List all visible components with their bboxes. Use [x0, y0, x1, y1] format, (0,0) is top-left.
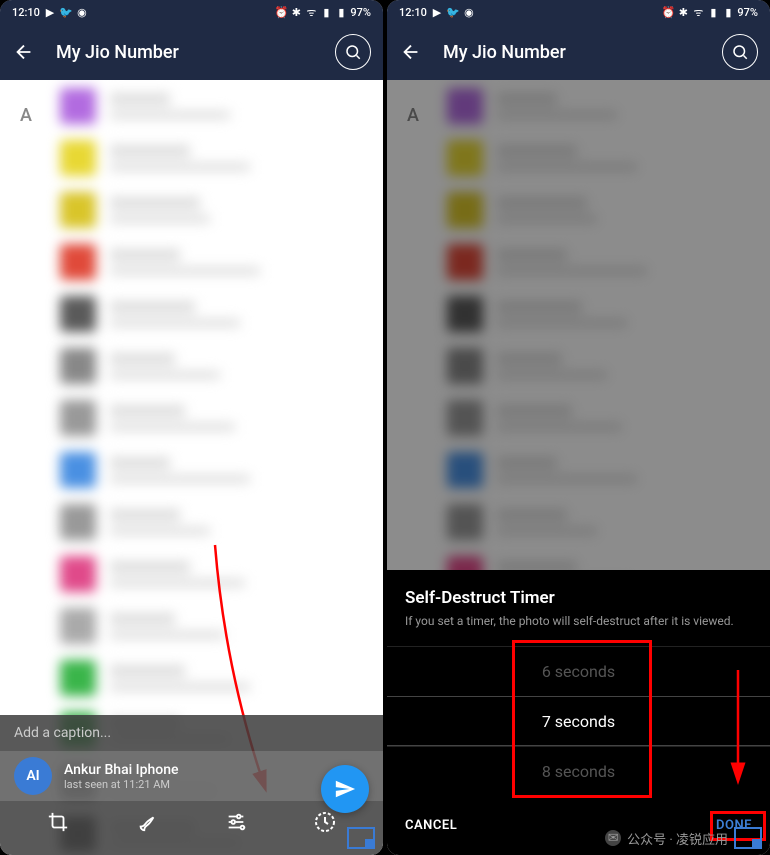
signal-icon: ▮ — [707, 6, 719, 18]
photo-editor-bar: Add a caption... AI Ankur Bhai Iphone la… — [0, 715, 383, 855]
tune-icon[interactable] — [223, 809, 249, 835]
nfc-icon: ᯤ — [692, 6, 704, 18]
done-button[interactable]: DONE — [716, 818, 752, 833]
app-icon: ◉ — [76, 6, 88, 18]
search-button[interactable] — [722, 34, 758, 70]
list-item[interactable] — [0, 652, 383, 704]
status-time: 12:10 — [399, 6, 427, 19]
list-item[interactable] — [0, 548, 383, 600]
screen-right: 12:10 ▶ 🐦 ◉ ⏰ ✱ ᯤ ▮ ▮ 97% My Jio Number … — [387, 0, 770, 855]
crop-icon[interactable] — [45, 809, 71, 835]
list-item[interactable] — [0, 444, 383, 496]
search-button[interactable] — [335, 34, 371, 70]
sheet-title: Self-Destruct Timer — [387, 584, 770, 612]
avatar: AI — [14, 757, 52, 795]
contact-name: Ankur Bhai Iphone — [64, 762, 179, 778]
picker-option-selected[interactable]: 7 seconds — [387, 696, 770, 746]
list-item[interactable] — [0, 236, 383, 288]
back-button[interactable] — [12, 40, 36, 64]
timer-icon[interactable] — [312, 809, 338, 835]
signal-icon: ▮ — [320, 6, 332, 18]
brush-icon[interactable] — [134, 809, 160, 835]
timer-picker[interactable]: 6 seconds 7 seconds 8 seconds — [387, 640, 770, 802]
alarm-icon: ⏰ — [662, 6, 674, 18]
picker-option[interactable]: 8 seconds — [387, 746, 770, 796]
status-battery: 97% — [350, 6, 371, 19]
list-item[interactable] — [0, 600, 383, 652]
twitter-icon: 🐦 — [447, 6, 459, 18]
alarm-icon: ⏰ — [275, 6, 287, 18]
list-item[interactable] — [0, 392, 383, 444]
list-item[interactable] — [0, 80, 383, 132]
list-item[interactable] — [0, 288, 383, 340]
status-bar: 12:10 ▶ 🐦 ◉ ⏰ ✱ ᯤ ▮ ▮ 97% — [387, 0, 770, 24]
twitter-icon: 🐦 — [60, 6, 72, 18]
page-title: My Jio Number — [56, 42, 179, 63]
list-item[interactable] — [0, 184, 383, 236]
status-bar: 12:10 ▶ 🐦 ◉ ⏰ ✱ ᯤ ▮ ▮ 97% — [0, 0, 383, 24]
back-button[interactable] — [399, 40, 423, 64]
app-bar: My Jio Number — [0, 24, 383, 80]
app-icon: ◉ — [463, 6, 475, 18]
youtube-icon: ▶ — [44, 6, 56, 18]
screen-left: 12:10 ▶ 🐦 ◉ ⏰ ✱ ᯤ ▮ ▮ 97% My Jio Number … — [0, 0, 383, 855]
sheet-description: If you set a timer, the photo will self-… — [387, 612, 770, 640]
caption-input[interactable]: Add a caption... — [0, 715, 383, 751]
picker-option[interactable]: 6 seconds — [387, 646, 770, 696]
bluetooth-icon: ✱ — [290, 6, 302, 18]
status-time: 12:10 — [12, 6, 40, 19]
nfc-icon: ᯤ — [305, 6, 317, 18]
cancel-button[interactable]: CANCEL — [405, 818, 457, 833]
bluetooth-icon: ✱ — [677, 6, 689, 18]
app-bar: My Jio Number — [387, 24, 770, 80]
battery-icon: ▮ — [722, 6, 734, 18]
list-item[interactable] — [0, 496, 383, 548]
list-item[interactable] — [0, 340, 383, 392]
status-battery: 97% — [737, 6, 758, 19]
page-title: My Jio Number — [443, 42, 566, 63]
self-destruct-sheet: Self-Destruct Timer If you set a timer, … — [387, 570, 770, 855]
youtube-icon: ▶ — [431, 6, 443, 18]
list-item[interactable] — [0, 132, 383, 184]
editor-toolbar — [0, 801, 383, 855]
send-button[interactable] — [321, 765, 369, 813]
battery-icon: ▮ — [335, 6, 347, 18]
last-seen: last seen at 11:21 AM — [64, 778, 179, 791]
